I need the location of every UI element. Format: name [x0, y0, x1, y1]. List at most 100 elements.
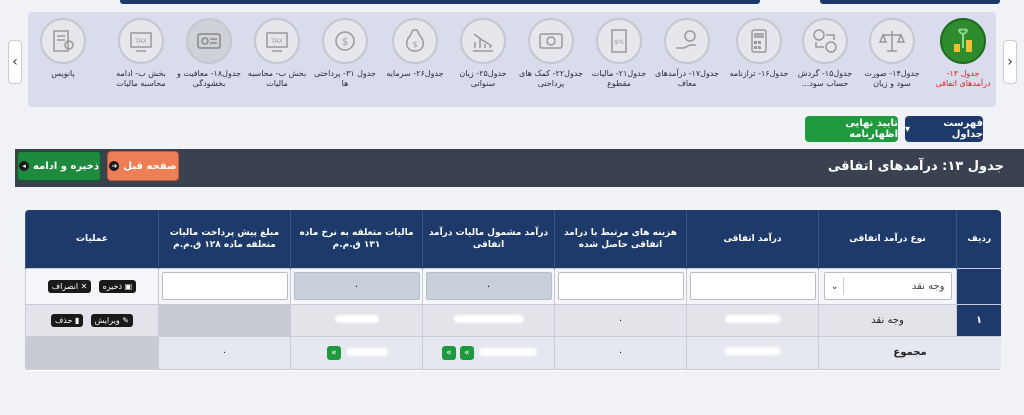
money-icon — [528, 18, 574, 64]
top-bar-segment — [120, 0, 760, 4]
delete-button[interactable]: ▮ حذف — [51, 313, 84, 327]
radif-cell: ۱ — [956, 303, 1001, 337]
tile-table-17[interactable]: جدول۱۷- درآمدهای معاف — [654, 18, 720, 106]
taxable-cell: ۰ — [422, 267, 555, 305]
loss-chart-icon — [460, 18, 506, 64]
tax-cell — [290, 303, 423, 337]
svg-text:$%: $% — [614, 39, 624, 46]
save-icon: ▣ — [124, 281, 133, 291]
top-bar-segment — [820, 0, 1000, 4]
tile-part-b-continue[interactable]: TAX بخش ب- ادامه محاسبه مالیات — [108, 18, 174, 106]
trash-icon: ▮ — [74, 315, 80, 325]
sum-actions — [25, 335, 159, 370]
tile-table-16[interactable]: جدول۱۶- ترازنامه — [726, 18, 792, 106]
money-bag-icon: $ — [392, 18, 438, 64]
tile-table-26[interactable]: $ جدول۲۶- سرمایه — [382, 18, 448, 106]
col-actions: عملیات — [25, 210, 159, 268]
col-costs: هزینه های مرتبط با درامد اتفاقی حاصل شده — [554, 210, 687, 268]
taxable-readonly: ۰ — [425, 272, 552, 300]
costs-cell: ۰ — [554, 303, 687, 337]
tax-cell: ۰ — [290, 267, 423, 305]
actions-cell: ✎ ویرایش ▮ حذف — [25, 303, 159, 337]
svg-text:$: $ — [342, 37, 348, 48]
income-cell — [686, 303, 819, 337]
income-table: ردیف نوع درآمد اتفاقی درآمد اتفاقی هزینه… — [25, 210, 1001, 371]
tax-icon-2: TAX — [118, 18, 164, 64]
redacted-value — [724, 347, 781, 355]
tables-list-button[interactable]: فهرست جداول ▾ — [905, 116, 983, 142]
tile-table-14[interactable]: جدول۱۴- صورت سود و زیان — [859, 18, 925, 106]
carousel-prev-arrow[interactable]: ‹ — [8, 40, 22, 84]
table-row: ۱ وجه نقد ۰ ✎ ویرایش ▮ حذف — [25, 303, 1001, 337]
tile-table-22[interactable]: جدول۲۲- کمک های پرداختی — [518, 18, 584, 106]
svg-text:TAX: TAX — [270, 38, 282, 45]
taxable-cell — [422, 303, 555, 337]
col-tax-131: مالیات متعلقه به نرخ ماده ۱۳۱ ق.م.م — [290, 210, 423, 268]
prepay-cell — [158, 303, 291, 337]
close-icon: ✕ — [80, 281, 88, 291]
tax-doc-icon: $% — [596, 18, 642, 64]
col-income: درآمد اتفاقی — [686, 210, 819, 268]
chevron-down-icon: ⌄ — [830, 280, 839, 292]
exemption-icon — [186, 18, 232, 64]
col-taxable: درآمد مشمول مالیات درآمد اتفاقی — [422, 210, 555, 268]
redacted-value — [453, 314, 524, 323]
tile-table-13[interactable]: جدول ۱۳- درآمدهای اتفاقی — [930, 18, 996, 106]
costs-input-cell — [554, 267, 687, 305]
sum-label: مجموع — [818, 335, 1001, 370]
tile-footnote[interactable]: پانویس — [30, 18, 96, 106]
tile-table-18[interactable]: جدول۱۸- معافیت و بخشودگی — [176, 18, 242, 106]
edit-button[interactable]: ✎ ویرایش — [90, 313, 133, 327]
tile-table-21[interactable]: $% جدول۲۱- مالیات مقطوع — [586, 18, 652, 106]
prepay-input-cell — [158, 267, 291, 305]
income-input-cell — [686, 267, 819, 305]
tax-icon: TAX — [254, 18, 300, 64]
footnote-icon — [40, 18, 86, 64]
income-type-cell: وجه نقد ⌄ — [818, 267, 957, 305]
sum-costs: ۰ — [554, 335, 687, 370]
table-row-input: وجه نقد ⌄ ۰ ۰ ▣ ذخیره ✕ انصراف — [25, 267, 1001, 305]
arrow-right-icon: ➜ — [109, 161, 120, 171]
costs-input[interactable] — [557, 272, 684, 300]
prev-page-button[interactable]: صفحه قبل ➜ — [107, 151, 179, 181]
expand-icon[interactable]: » — [326, 345, 341, 360]
redacted-value — [479, 347, 538, 356]
sum-prepay: ۰ — [158, 335, 291, 370]
col-income-type: نوع درآمد اتفاقی — [818, 210, 957, 268]
transfer-icon — [802, 18, 848, 64]
final-confirm-button[interactable]: تایید نهایی اظهارنامه — [805, 116, 898, 142]
expand-icon[interactable]: » — [459, 345, 474, 360]
payment-icon: $ — [322, 18, 368, 64]
income-type-cell: وجه نقد — [818, 303, 957, 337]
sum-tax: » — [290, 335, 423, 370]
hand-coin-icon — [664, 18, 710, 64]
expand-icon[interactable]: » — [441, 345, 456, 360]
save-button[interactable]: ▣ ذخیره — [98, 279, 137, 293]
actions-cell: ▣ ذخیره ✕ انصراف — [25, 267, 159, 305]
save-continue-button[interactable]: ذخیره و ادامه ◂ — [17, 151, 101, 181]
prepay-input[interactable] — [161, 272, 288, 300]
cancel-button[interactable]: ✕ انصراف — [47, 279, 92, 293]
arrow-left-icon: ◂ — [19, 161, 30, 171]
col-radif: ردیف — [956, 210, 1001, 268]
tile-table-31[interactable]: $ جدول ۳۱- پرداختی ها — [312, 18, 378, 106]
table-header-row: ردیف نوع درآمد اتفاقی درآمد اتفاقی هزینه… — [25, 210, 1001, 268]
scales-icon — [869, 18, 915, 64]
table-row-sum: مجموع ۰ »» » ۰ — [25, 335, 1001, 370]
tile-table-15[interactable]: جدول۱۵- گردش حساب سود... — [792, 18, 858, 106]
tile-table-25[interactable]: جدول۲۵- زیان سنواتی — [450, 18, 516, 106]
income-type-select[interactable]: وجه نقد ⌄ — [823, 272, 952, 300]
redacted-value — [724, 314, 781, 323]
coins-plant-icon — [940, 18, 986, 64]
svg-text:TAX: TAX — [134, 38, 146, 45]
income-input[interactable] — [689, 272, 816, 300]
sum-taxable: »» — [422, 335, 555, 370]
tax-readonly: ۰ — [293, 272, 420, 300]
carousel-next-arrow[interactable]: › — [1003, 40, 1017, 84]
tile-part-b[interactable]: TAX بخش ب- محاسبه مالیات — [244, 18, 310, 106]
col-prepay-128: مبلغ پیش پرداخت مالیات متعلقه ماده ۱۲۸ ق… — [158, 210, 291, 268]
redacted-value — [346, 347, 389, 356]
pencil-icon: ✎ — [122, 315, 129, 325]
redacted-value — [334, 314, 379, 323]
radif-cell — [956, 267, 1001, 305]
